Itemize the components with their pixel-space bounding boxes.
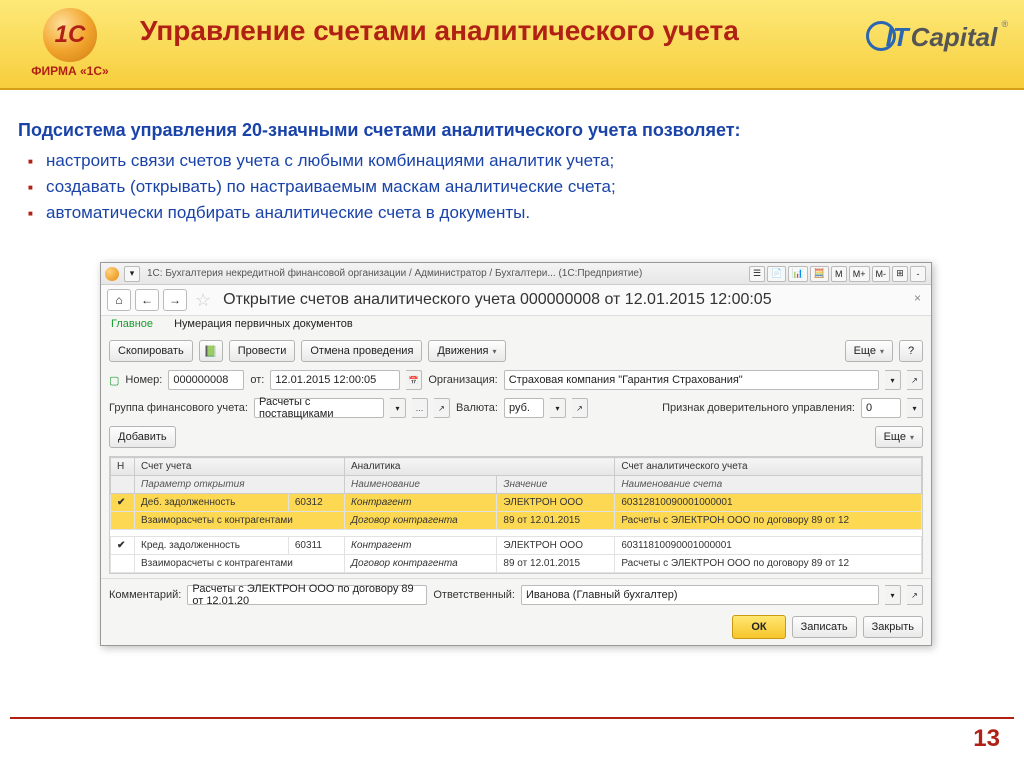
- col-account-name: Наименование счета: [615, 476, 922, 494]
- intro-text: Подсистема управления 20-значными счетам…: [18, 120, 1006, 141]
- comment-label: Комментарий:: [109, 589, 181, 601]
- table-more-button[interactable]: Еще: [875, 426, 923, 448]
- org-open-icon[interactable]: ↗: [907, 370, 923, 390]
- titlebar-btn[interactable]: 📊: [788, 266, 807, 282]
- document-title: Открытие счетов аналитического учета 000…: [223, 291, 925, 309]
- titlebar-btn[interactable]: ⊞: [892, 266, 908, 282]
- window-title-text: 1С: Бухгалтерия некредитной финансовой о…: [141, 268, 748, 279]
- date-picker-icon[interactable]: 📅: [406, 370, 422, 390]
- titlebar-btn[interactable]: ☰: [749, 266, 765, 282]
- group-ellipsis-icon[interactable]: …: [412, 398, 428, 418]
- movements-button[interactable]: Движения: [428, 340, 505, 362]
- bullet-item: настроить связи счетов учета с любыми ко…: [28, 151, 1006, 171]
- status-icon: ▢: [109, 374, 119, 387]
- col-n[interactable]: Н: [111, 458, 135, 476]
- col-open-param: Параметр открытия: [135, 476, 345, 494]
- group-input[interactable]: Расчеты с поставщиками: [254, 398, 384, 418]
- close-tab-icon[interactable]: ×: [914, 291, 921, 305]
- app-orb-icon[interactable]: [105, 267, 119, 281]
- group-open-icon[interactable]: ↗: [434, 398, 450, 418]
- trust-label: Признак доверительного управления:: [662, 402, 855, 414]
- tab-main[interactable]: Главное: [111, 318, 153, 330]
- table-row[interactable]: Взаиморасчеты с контрагентами Договор ко…: [111, 512, 922, 530]
- favorite-icon[interactable]: ☆: [195, 290, 211, 311]
- forward-button[interactable]: →: [163, 289, 187, 311]
- close-button[interactable]: Закрыть: [863, 616, 923, 638]
- logo-1c: 1С ФИРМА «1С»: [10, 8, 130, 78]
- group-label: Группа финансового учета:: [109, 402, 248, 414]
- unpost-button[interactable]: Отмена проведения: [301, 340, 422, 362]
- table-row[interactable]: ✔ Кред. задолженность 60311 Контрагент Э…: [111, 537, 922, 555]
- responsible-label: Ответственный:: [433, 589, 515, 601]
- trust-input[interactable]: 0: [861, 398, 901, 418]
- tab-numeration[interactable]: Нумерация первичных документов: [174, 318, 353, 330]
- slide-title: Управление счетами аналитического учета: [140, 14, 770, 48]
- ok-button[interactable]: ОК: [732, 615, 785, 639]
- titlebar-m-btn[interactable]: М: [831, 266, 847, 282]
- org-dropdown-icon[interactable]: ▾: [885, 370, 901, 390]
- back-button[interactable]: ←: [135, 289, 159, 311]
- app-window: ▾ 1С: Бухгалтерия некредитной финансовой…: [100, 262, 932, 646]
- help-button[interactable]: ?: [899, 340, 923, 362]
- col-analytical-account[interactable]: Счет аналитического учета: [615, 458, 922, 476]
- currency-open-icon[interactable]: ↗: [572, 398, 588, 418]
- titlebar-btn[interactable]: -: [910, 266, 926, 282]
- data-grid[interactable]: Н Счет учета Аналитика Счет аналитическо…: [109, 456, 923, 574]
- col-value: Значение: [497, 476, 615, 494]
- titlebar-btn[interactable]: 📄: [767, 266, 786, 282]
- number-label: Номер:: [125, 374, 162, 386]
- responsible-open-icon[interactable]: ↗: [907, 585, 923, 605]
- titlebar-mplus-btn[interactable]: М+: [849, 266, 870, 282]
- home-button[interactable]: ⌂: [107, 289, 131, 311]
- responsible-dropdown-icon[interactable]: ▾: [885, 585, 901, 605]
- org-label: Организация:: [428, 374, 497, 386]
- responsible-input[interactable]: Иванова (Главный бухгалтер): [521, 585, 879, 605]
- titlebar-dropdown[interactable]: ▾: [124, 266, 140, 282]
- titlebar-mminus-btn[interactable]: М-: [872, 266, 891, 282]
- logo-1c-ball: 1С: [43, 8, 97, 62]
- col-analytics[interactable]: Аналитика: [344, 458, 614, 476]
- checkbox-icon[interactable]: ✔: [111, 494, 135, 512]
- add-button[interactable]: Добавить: [109, 426, 176, 448]
- bullet-item: создавать (открывать) по настраиваемым м…: [28, 177, 1006, 197]
- date-label: от:: [250, 374, 264, 386]
- group-dropdown-icon[interactable]: ▾: [390, 398, 406, 418]
- post-button[interactable]: Провести: [229, 340, 296, 362]
- table-row[interactable]: ✔ Деб. задолженность 60312 Контрагент ЭЛ…: [111, 494, 922, 512]
- date-input[interactable]: 12.01.2015 12:00:05: [270, 370, 400, 390]
- trust-dropdown-icon[interactable]: ▾: [907, 398, 923, 418]
- more-button[interactable]: Еще: [845, 340, 893, 362]
- titlebar-btn[interactable]: 🧮: [810, 266, 829, 282]
- checkbox-icon[interactable]: ✔: [111, 537, 135, 555]
- page-number: 13: [973, 725, 1000, 753]
- save-button[interactable]: Записать: [792, 616, 857, 638]
- table-row[interactable]: Взаиморасчеты с контрагентами Договор ко…: [111, 555, 922, 573]
- number-input[interactable]: 000000008: [168, 370, 244, 390]
- logo-1c-label: ФИРМА «1С»: [10, 64, 130, 78]
- col-account[interactable]: Счет учета: [135, 458, 345, 476]
- currency-input[interactable]: руб.: [504, 398, 544, 418]
- post-icon-button[interactable]: 📗: [199, 340, 223, 362]
- currency-dropdown-icon[interactable]: ▾: [550, 398, 566, 418]
- footer-divider: [10, 717, 1014, 719]
- bullet-item: автоматически подбирать аналитические сч…: [28, 203, 1006, 223]
- logo-itcapital: ITCapital ®: [866, 22, 1006, 53]
- col-name: Наименование: [344, 476, 496, 494]
- copy-button[interactable]: Скопировать: [109, 340, 193, 362]
- app-titlebar: ▾ 1С: Бухгалтерия некредитной финансовой…: [101, 263, 931, 285]
- comment-input[interactable]: Расчеты с ЭЛЕКТРОН ООО по договору 89 от…: [187, 585, 427, 605]
- org-input[interactable]: Страховая компания "Гарантия Страхования…: [504, 370, 879, 390]
- currency-label: Валюта:: [456, 402, 498, 414]
